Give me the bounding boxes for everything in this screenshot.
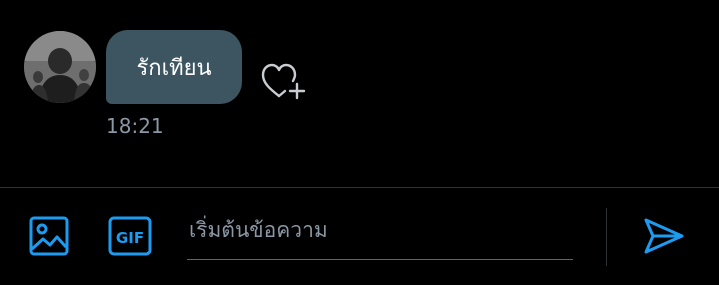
message-input[interactable] bbox=[187, 210, 573, 260]
avatar[interactable] bbox=[24, 31, 96, 103]
message-text: รักเทียน bbox=[136, 55, 212, 81]
message-timestamp: 18:21 bbox=[106, 114, 164, 138]
send-divider bbox=[606, 208, 607, 266]
avatar-photo bbox=[24, 31, 96, 103]
gif-label: GIF bbox=[116, 229, 144, 247]
heart-plus-icon[interactable] bbox=[260, 60, 306, 102]
send-icon[interactable] bbox=[642, 216, 686, 256]
image-icon[interactable] bbox=[28, 215, 70, 257]
composer-divider bbox=[0, 187, 719, 188]
message-bubble[interactable]: รักเทียน bbox=[106, 30, 242, 104]
gif-icon[interactable]: GIF bbox=[107, 215, 153, 257]
